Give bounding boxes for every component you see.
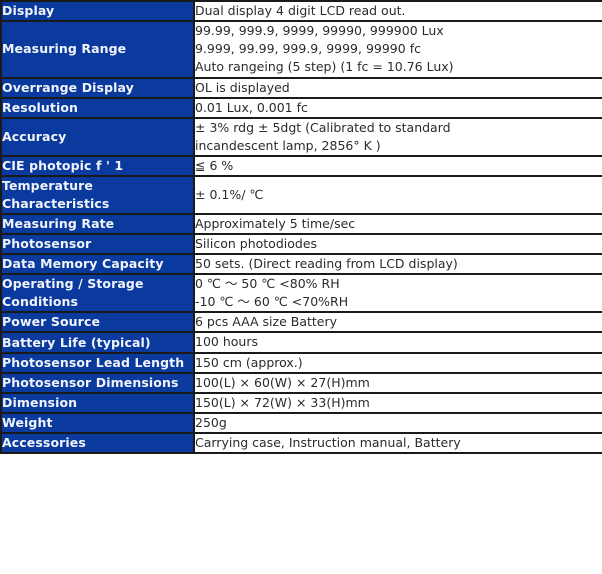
specifications-table: Display Dual display 4 digit LCD read out… (0, 0, 602, 455)
spec-value-cell: 150 cm (approx.) (194, 352, 602, 374)
spec-label-cell: CIE photopic f ' 1 (1, 156, 195, 178)
spec-value-cell: Carrying case, Instruction manual, Batte… (194, 433, 602, 455)
spec-value-cell: Approximately 5 time/sec (194, 213, 602, 235)
spec-label-cell: Battery Life (typical) (1, 332, 195, 354)
spec-value-cell: 100 hours (194, 332, 602, 354)
spec-value-cell: Silicon photodiodes (194, 233, 602, 255)
table-row: Resolution 0.01 Lux, 0.001 fc (1, 97, 602, 119)
spec-label-cell: Data Memory Capacity (1, 253, 195, 276)
spec-label-cell: Resolution (1, 97, 195, 119)
table-row: Photosensor Dimensions 100(L) × 60(W) × 2… (1, 372, 602, 394)
spec-value-cell: 0.01 Lux, 0.001 fc (194, 97, 602, 119)
spec-value-cell: 6 pcs AAA size Battery (194, 312, 602, 334)
spec-label-cell: Dimension (1, 392, 195, 414)
table-row: Dimension 150(L) × 72(W) × 33(H)mm (1, 392, 602, 414)
table-row: Data Memory Capacity 50 sets. (Direct rea… (1, 253, 602, 276)
spec-value-cell: Dual display 4 digit LCD read out. (194, 1, 602, 23)
spec-label-cell: Measuring Range (1, 21, 195, 79)
spec-label-cell: Temperature Characteristics (1, 176, 195, 215)
spec-label-cell: Overrange Display (1, 77, 195, 99)
table-row: Display Dual display 4 digit LCD read out… (1, 1, 602, 23)
specifications-table-body: Display Dual display 4 digit LCD read out… (1, 1, 602, 455)
spec-value-cell: 50 sets. (Direct reading from LCD displa… (194, 253, 602, 276)
table-row: Photosensor Silicon photodiodes (1, 233, 602, 255)
spec-value-cell: 100(L) × 60(W) × 27(H)mm (194, 372, 602, 394)
spec-label-cell: Photosensor Lead Length (1, 352, 195, 374)
spec-label-cell: Weight (1, 412, 195, 435)
table-row: Photosensor Lead Length 150 cm (approx.) (1, 352, 602, 374)
spec-label-cell: Measuring Rate (1, 213, 195, 235)
spec-label-cell: Photosensor (1, 233, 195, 255)
table-row: Power Source 6 pcs AAA size Battery (1, 312, 602, 334)
spec-label-cell: Accessories (1, 433, 195, 455)
spec-value-cell: ≦ 6 % (194, 156, 602, 178)
spec-label-cell: Accuracy (1, 117, 195, 158)
spec-value-cell: OL is displayed (194, 77, 602, 99)
table-row: Measuring Range 99.99, 999.9, 9999, 99990… (1, 21, 602, 79)
table-row: Accuracy ± 3% rdg ± 5dgt (Calibrated to s… (1, 117, 602, 158)
table-row: Operating / Storage Conditions 0 ℃ ～ 50 ℃… (1, 274, 602, 314)
spec-label-cell: Display (1, 1, 195, 23)
table-row: CIE photopic f ' 1 ≦ 6 % (1, 156, 602, 178)
spec-label-cell: Power Source (1, 312, 195, 334)
spec-value-cell: 99.99, 999.9, 9999, 99990, 999900 Lux 9.… (194, 21, 602, 79)
spec-value-cell: 150(L) × 72(W) × 33(H)mm (194, 392, 602, 414)
spec-label-cell: Photosensor Dimensions (1, 372, 195, 394)
table-row: Temperature Characteristics ± 0.1%/ ℃ (1, 176, 602, 215)
spec-value-cell: 0 ℃ ～ 50 ℃ <80% RH -10 ℃ ～ 60 ℃ <70%RH (194, 274, 602, 314)
spec-value-cell: 250g (194, 412, 602, 435)
spec-label-cell: Operating / Storage Conditions (1, 274, 195, 314)
table-row: Battery Life (typical) 100 hours (1, 332, 602, 354)
table-row: Overrange Display OL is displayed (1, 77, 602, 99)
spec-value-cell: ± 0.1%/ ℃ (194, 176, 602, 215)
table-row: Measuring Rate Approximately 5 time/sec (1, 213, 602, 235)
table-row: Accessories Carrying case, Instruction ma… (1, 433, 602, 455)
spec-value-cell: ± 3% rdg ± 5dgt (Calibrated to standard … (194, 117, 602, 158)
table-row: Weight 250g (1, 412, 602, 435)
